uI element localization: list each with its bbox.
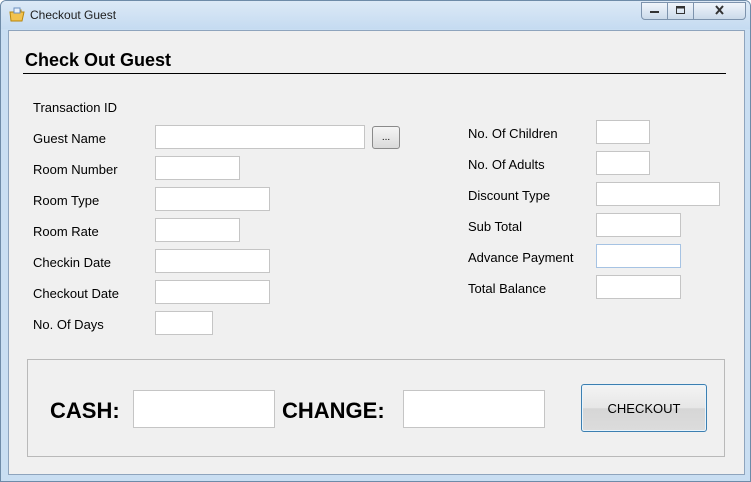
app-folder-icon [9,7,25,23]
total-balance-field[interactable] [596,275,681,299]
change-label: CHANGE: [282,398,385,423]
payment-group: CASH: CHANGE: CHECKOUT [27,359,725,457]
room-rate-field[interactable] [155,218,240,242]
maximize-button[interactable] [667,2,694,20]
transaction-id-label: Transaction ID [33,100,118,115]
no-of-adults-field[interactable] [596,151,650,175]
minimize-icon [649,2,660,20]
room-number-field[interactable] [155,156,240,180]
window-title: Checkout Guest [30,8,117,22]
cash-label: CASH: [50,398,120,423]
browse-guest-button[interactable]: ... [372,126,400,149]
maximize-icon [675,2,686,20]
close-icon [714,2,725,20]
sub-total-field[interactable] [596,213,681,237]
sub-total-label: Sub Total [468,219,522,234]
checkout-guest-window: Checkout Guest Check Out Guest Transacti… [0,0,751,482]
no-of-adults-label: No. Of Adults [468,157,545,172]
room-type-field[interactable] [155,187,270,211]
close-button[interactable] [693,2,746,20]
checkout-date-field[interactable] [155,280,270,304]
no-of-children-label: No. Of Children [468,126,558,141]
minimize-button[interactable] [641,2,668,20]
checkout-date-label: Checkout Date [33,286,119,301]
page-title: Check Out Guest [25,50,172,70]
advance-payment-field[interactable] [596,244,681,268]
room-rate-label: Room Rate [33,224,99,239]
no-of-days-field[interactable] [155,311,213,335]
room-number-label: Room Number [33,162,118,177]
change-field[interactable] [403,390,545,428]
form-client-area: Check Out Guest Transaction ID Guest Nam… [8,30,745,475]
checkin-date-field[interactable] [155,249,270,273]
cash-field[interactable] [133,390,275,428]
total-balance-label: Total Balance [468,281,547,296]
checkout-button[interactable]: CHECKOUT [581,384,707,432]
title-divider [23,73,726,74]
discount-type-label: Discount Type [468,188,551,203]
discount-type-field[interactable] [596,182,720,206]
title-bar[interactable]: Checkout Guest [1,1,750,29]
advance-payment-label: Advance Payment [468,250,574,265]
checkin-date-label: Checkin Date [33,255,112,270]
no-of-days-label: No. Of Days [33,317,104,332]
no-of-children-field[interactable] [596,120,650,144]
guest-name-label: Guest Name [33,131,106,146]
room-type-label: Room Type [33,193,100,208]
guest-name-field[interactable] [155,125,365,149]
